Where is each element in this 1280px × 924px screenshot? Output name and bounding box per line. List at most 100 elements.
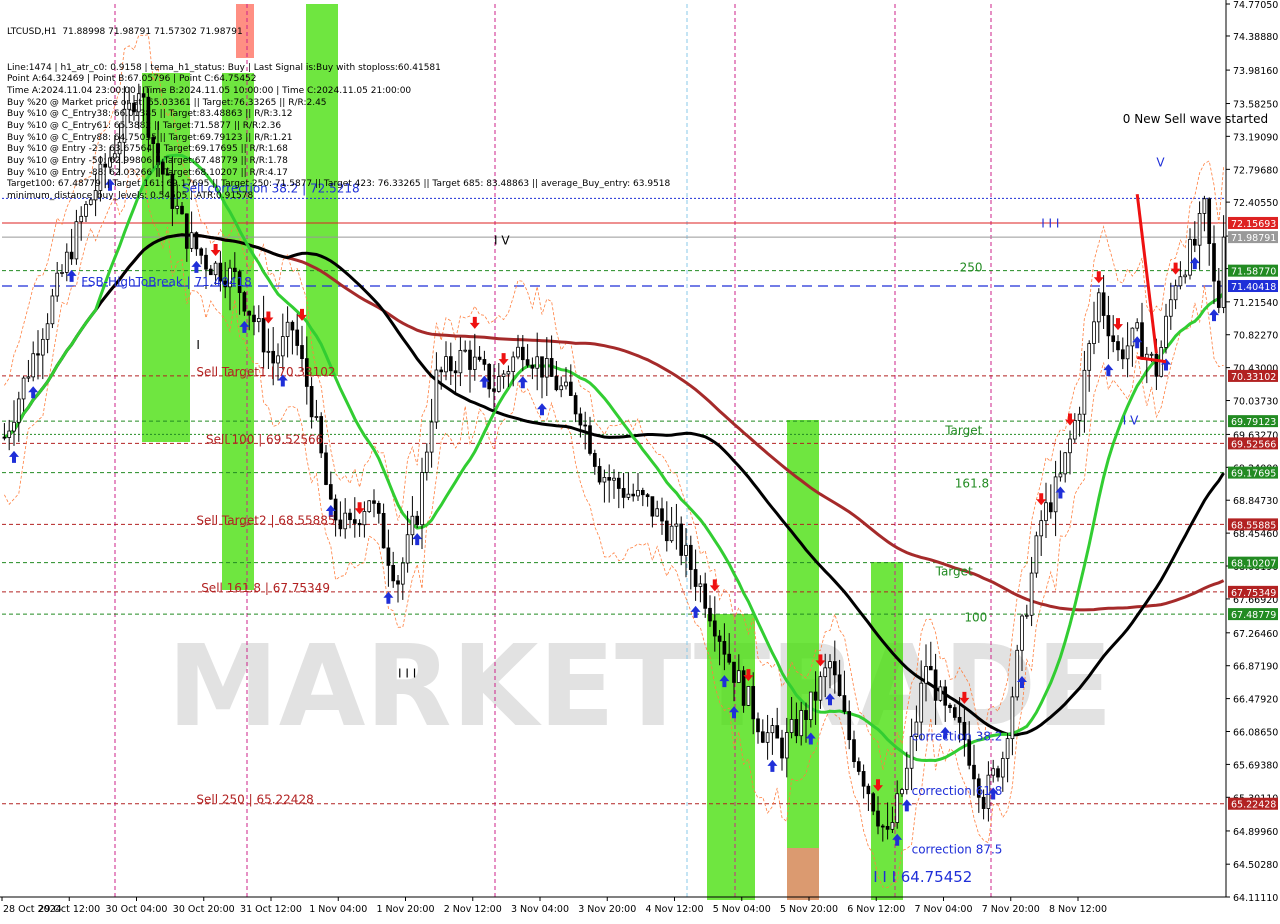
candle bbox=[597, 458, 602, 485]
candle-body bbox=[1183, 274, 1188, 278]
candle-body bbox=[832, 661, 837, 676]
x-tick-label: 30 Oct 04:00 bbox=[106, 904, 168, 915]
candle-body bbox=[626, 493, 631, 498]
candle bbox=[1130, 327, 1135, 367]
candle-body bbox=[1116, 341, 1120, 351]
candle-body bbox=[1039, 520, 1044, 537]
candle bbox=[1197, 201, 1202, 270]
x-tick-label: 1 Nov 20:00 bbox=[376, 904, 434, 915]
candle-body bbox=[856, 761, 861, 772]
candle bbox=[468, 340, 472, 393]
candle-body bbox=[540, 356, 544, 378]
candle-body bbox=[458, 350, 463, 374]
candle-body bbox=[79, 215, 84, 223]
candle-body bbox=[1044, 502, 1048, 522]
candle-body bbox=[938, 686, 943, 701]
candle bbox=[7, 419, 12, 451]
y-tick-label: 70.03730 bbox=[1233, 397, 1278, 408]
candle bbox=[1221, 215, 1226, 314]
candle bbox=[645, 493, 650, 507]
candle-body bbox=[952, 707, 957, 718]
candle bbox=[1140, 302, 1144, 360]
candle-body bbox=[175, 205, 180, 209]
candle bbox=[189, 211, 194, 253]
candle-body bbox=[645, 494, 650, 498]
info-line: Point A:64.32469 | Point B:67.05796 | Po… bbox=[7, 74, 257, 85]
candle bbox=[1111, 315, 1116, 353]
candle bbox=[36, 330, 40, 380]
y-tick-label: 68.84730 bbox=[1233, 496, 1278, 507]
candle-body bbox=[775, 725, 780, 739]
chart-annotation: I I I 64.75452 bbox=[873, 868, 972, 886]
candle-body bbox=[544, 358, 549, 378]
candle bbox=[12, 400, 16, 446]
candle-body bbox=[650, 496, 655, 517]
candle bbox=[26, 359, 31, 383]
info-line: Buy %10 @ C_Entry61: 65.3882 || Target:7… bbox=[7, 120, 282, 131]
candle-body bbox=[1101, 292, 1106, 316]
candle-body bbox=[597, 466, 602, 483]
candle-body bbox=[1207, 198, 1212, 244]
candle bbox=[1044, 482, 1048, 539]
candle-body bbox=[184, 213, 189, 249]
candle-body bbox=[664, 520, 669, 542]
candle-body bbox=[1106, 315, 1111, 337]
price-level-label: 71.98791 bbox=[1231, 233, 1276, 244]
candle bbox=[554, 360, 559, 392]
candle-body bbox=[12, 421, 16, 432]
candle-body bbox=[1125, 345, 1130, 360]
candle bbox=[386, 529, 391, 587]
candle-body bbox=[381, 512, 386, 549]
candle-body bbox=[890, 822, 895, 830]
candle-body bbox=[1053, 476, 1058, 513]
price-level-label: 72.15693 bbox=[1231, 219, 1276, 230]
candle bbox=[1058, 450, 1063, 482]
candle bbox=[1039, 510, 1044, 556]
candle-body bbox=[770, 725, 775, 734]
price-chart[interactable]: MARKETTRADE Sell Target1 | 70.33102 Sell 1… bbox=[0, 0, 1280, 920]
info-line: minimum_distance_buy_levels: 0.54505 | A… bbox=[7, 191, 254, 202]
candle bbox=[1082, 350, 1087, 433]
candle-body bbox=[780, 737, 784, 759]
price-level-label: 71.40418 bbox=[1231, 282, 1276, 293]
chart-annotation: V bbox=[1156, 156, 1165, 170]
candle-body bbox=[314, 416, 319, 418]
candle-body bbox=[496, 376, 501, 392]
candle bbox=[631, 483, 636, 502]
candle bbox=[1005, 732, 1010, 783]
candle-body bbox=[602, 477, 607, 483]
candle-body bbox=[1188, 238, 1192, 276]
candle bbox=[338, 501, 343, 537]
candle bbox=[1135, 318, 1140, 332]
buy-arrow-icon bbox=[690, 605, 701, 618]
candle-body bbox=[1020, 615, 1024, 651]
candle-body bbox=[717, 635, 722, 642]
candle-body bbox=[463, 349, 468, 352]
candle bbox=[602, 469, 607, 503]
candle bbox=[367, 500, 372, 514]
x-tick-label: 2 Nov 12:00 bbox=[444, 904, 502, 915]
candle-body bbox=[1024, 614, 1029, 617]
x-tick-label: 30 Oct 20:00 bbox=[173, 904, 235, 915]
y-tick-label: 67.26460 bbox=[1233, 629, 1278, 640]
y-tick-label: 70.82270 bbox=[1233, 331, 1278, 342]
candle-body bbox=[328, 484, 333, 500]
candle-body bbox=[367, 500, 372, 512]
candle-body bbox=[1173, 285, 1178, 301]
candle-body bbox=[477, 356, 482, 360]
candle bbox=[693, 549, 698, 601]
y-tick-label: 64.50280 bbox=[1233, 860, 1278, 871]
candle-body bbox=[21, 377, 26, 400]
candle-body bbox=[516, 346, 520, 358]
candle bbox=[1168, 282, 1173, 330]
candle-body bbox=[871, 793, 876, 812]
candle-body bbox=[1068, 438, 1072, 454]
candle-body bbox=[1111, 335, 1116, 342]
candle-body bbox=[885, 826, 890, 830]
candle-body bbox=[420, 472, 424, 526]
candle bbox=[746, 686, 751, 706]
x-tick-label: 1 Nov 04:00 bbox=[309, 904, 367, 915]
candle-body bbox=[1221, 236, 1226, 308]
candle bbox=[261, 295, 266, 369]
x-tick-label: 3 Nov 04:00 bbox=[511, 904, 569, 915]
